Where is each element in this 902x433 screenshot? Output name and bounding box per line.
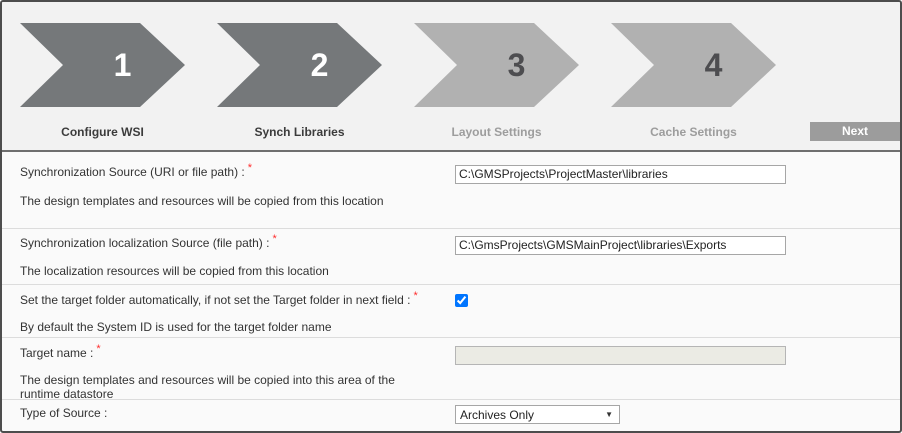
next-button[interactable]: Next [810, 122, 900, 141]
step-3-label: Layout Settings [414, 125, 579, 139]
localization-source-label: Synchronization localization Source (fil… [20, 236, 436, 250]
source-type-select[interactable]: Archives Only ▼ [455, 405, 620, 424]
step-1-number: 1 [114, 49, 132, 81]
step-1-arrow[interactable]: 1 [20, 23, 185, 107]
source-type-selected-value: Archives Only [460, 408, 605, 422]
required-asterisk: * [96, 343, 100, 355]
step-4-label: Cache Settings [611, 125, 776, 139]
sync-source-label: Synchronization Source (URI or file path… [20, 165, 436, 179]
required-asterisk: * [413, 290, 417, 302]
auto-target-folder-label: Set the target folder automatically, if … [20, 293, 436, 307]
sync-source-description: The design templates and resources will … [20, 194, 436, 208]
step-3-number: 3 [508, 49, 526, 81]
source-type-label: Type of Source : [20, 406, 436, 420]
sync-source-input[interactable] [455, 165, 786, 184]
auto-target-folder-description: By default the System ID is used for the… [20, 320, 436, 334]
step-1-label: Configure WSI [20, 125, 185, 139]
target-name-label: Target name :* [20, 346, 436, 360]
target-name-description: The design templates and resources will … [20, 373, 432, 401]
wizard-header: 1 2 3 4 Configure WSI Synch Libraries La… [2, 2, 900, 152]
auto-target-folder-checkbox[interactable] [455, 294, 468, 307]
required-asterisk: * [272, 233, 276, 245]
required-asterisk: * [248, 162, 252, 174]
target-name-input [455, 346, 786, 365]
step-2-number: 2 [311, 49, 329, 81]
step-4-arrow[interactable]: 4 [611, 23, 776, 107]
localization-source-description: The localization resources will be copie… [20, 264, 436, 278]
sync-settings-form: Synchronization Source (URI or file path… [2, 152, 900, 429]
step-3-arrow[interactable]: 3 [414, 23, 579, 107]
form-row-sync-source: Synchronization Source (URI or file path… [2, 152, 900, 228]
step-2-arrow[interactable]: 2 [217, 23, 382, 107]
form-row-target-name: Target name :* The design templates and … [2, 337, 900, 399]
form-row-auto-target-folder: Set the target folder automatically, if … [2, 284, 900, 337]
wizard-window: 1 2 3 4 Configure WSI Synch Libraries La… [0, 0, 902, 433]
form-row-localization-source: Synchronization localization Source (fil… [2, 228, 900, 284]
step-4-number: 4 [705, 49, 723, 81]
form-row-source-type: Type of Source : Archives Only ▼ [2, 399, 900, 429]
chevron-down-icon: ▼ [605, 410, 613, 419]
step-2-label: Synch Libraries [217, 125, 382, 139]
localization-source-input[interactable] [455, 236, 786, 255]
